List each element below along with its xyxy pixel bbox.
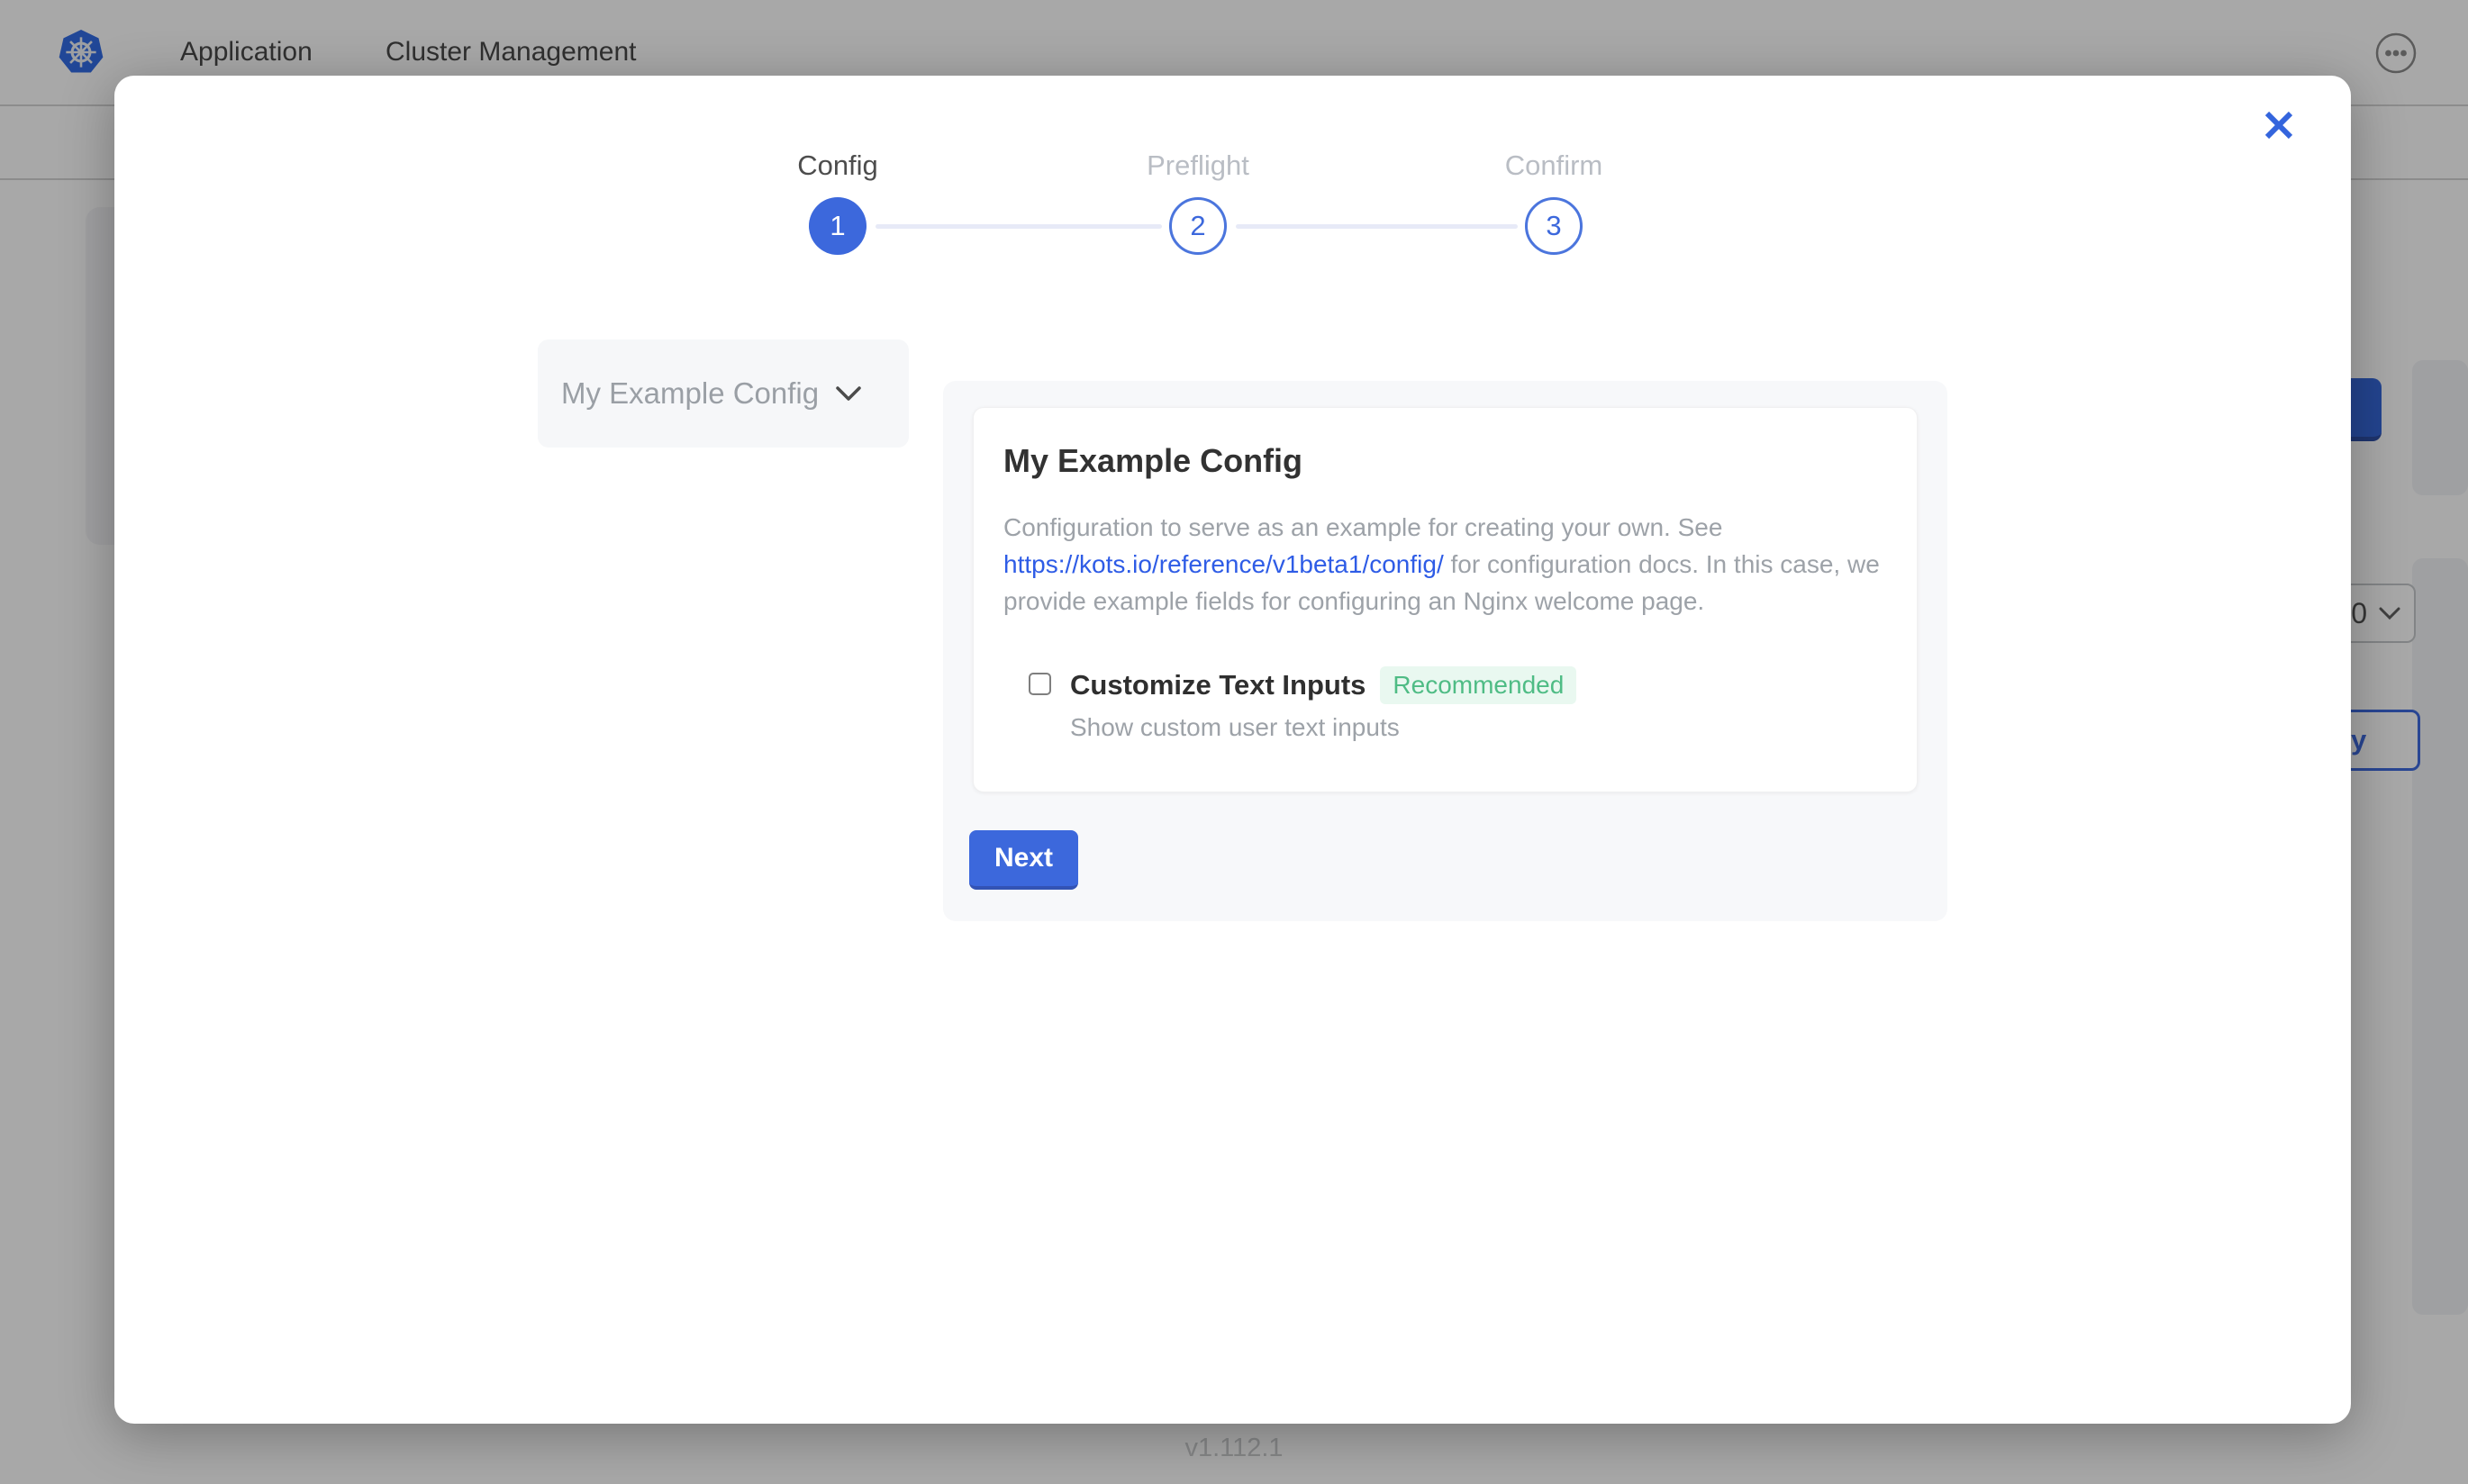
customize-text-inputs-row: Customize Text Inputs Recommended Show c… [1029,666,1576,742]
config-group-description: Configuration to serve as an example for… [1003,509,1891,620]
checkbox-label[interactable]: Customize Text Inputs [1070,669,1366,701]
close-button[interactable] [2256,103,2301,148]
checkbox-label-row: Customize Text Inputs Recommended [1070,666,1576,704]
chevron-down-icon [835,385,862,403]
config-nav-group-label: My Example Config [561,376,819,411]
config-doc-link[interactable]: https://kots.io/reference/v1beta1/config… [1003,550,1444,578]
checkbox-help-text: Show custom user text inputs [1070,713,1576,742]
next-button[interactable]: Next [969,830,1078,890]
kots-admin-console: Application Cluster Management 0 [0,0,2468,1484]
step-circle-config[interactable]: 1 [809,197,867,255]
recommended-badge: Recommended [1380,666,1576,704]
config-nav-group-dropdown[interactable]: My Example Config [538,339,909,448]
config-group-card: My Example Config Configuration to serve… [973,407,1918,792]
step-label-config: Config [694,149,982,182]
config-panel: My Example Config Configuration to serve… [943,381,1947,921]
step-label-preflight: Preflight [1054,149,1342,182]
step-connector-2 [1236,224,1518,229]
step-circle-preflight[interactable]: 2 [1169,197,1227,255]
description-text-before: Configuration to serve as an example for… [1003,513,1722,541]
config-group-title: My Example Config [1003,442,1302,480]
customize-text-inputs-checkbox[interactable] [1029,673,1051,695]
step-connector-1 [876,224,1162,229]
config-wizard-modal: Config Preflight Confirm 1 2 3 My Exampl… [114,76,2351,1424]
checkbox-text-block: Customize Text Inputs Recommended Show c… [1070,666,1576,742]
step-label-confirm: Confirm [1410,149,1698,182]
step-circle-confirm[interactable]: 3 [1525,197,1583,255]
close-icon [2263,109,2295,141]
